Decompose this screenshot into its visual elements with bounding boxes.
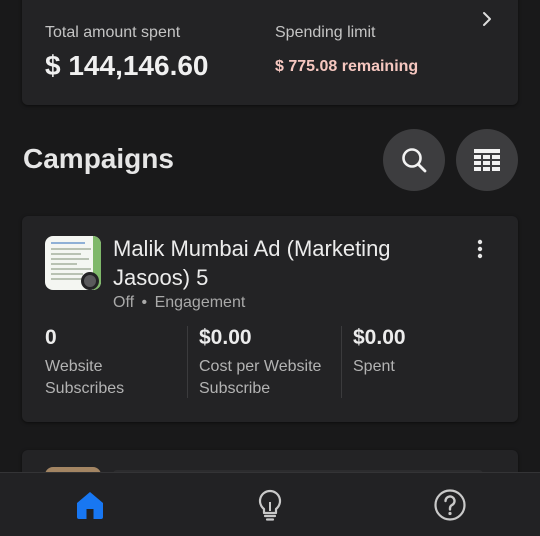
- more-options-icon[interactable]: [470, 238, 490, 260]
- nav-tips[interactable]: [250, 485, 290, 525]
- nav-home[interactable]: [70, 485, 110, 525]
- metric-divider: [341, 326, 342, 398]
- metric-cost-per-subscribe: $0.00 Cost per Website Subscribe: [199, 326, 339, 400]
- search-icon: [402, 148, 427, 173]
- metric-label: Website Subscribes: [45, 358, 125, 397]
- total-spent-value: $ 144,146.60: [45, 50, 209, 81]
- status-dot: [81, 272, 99, 290]
- bottom-navigation: [0, 472, 540, 536]
- metric-value: 0: [45, 326, 57, 349]
- home-icon: [77, 492, 103, 519]
- spending-summary-card[interactable]: Total amount spent $ 144,146.60 Spending…: [22, 0, 518, 105]
- help-icon: [434, 489, 466, 521]
- search-button[interactable]: [383, 129, 445, 191]
- metric-label: Cost per Website Subscribe: [199, 358, 322, 397]
- table-icon: [474, 149, 500, 171]
- metric-spent: $0.00 Spent: [353, 326, 493, 378]
- campaign-name[interactable]: Malik Mumbai Ad (Marketing Jasoos) 5: [113, 234, 443, 292]
- lightbulb-icon: [258, 489, 282, 521]
- campaigns-heading: Campaigns: [23, 143, 174, 174]
- metric-value: $0.00: [199, 326, 252, 349]
- spending-limit-label: Spending limit: [275, 24, 376, 41]
- campaign-objective: Engagement: [154, 294, 246, 311]
- metric-website-subscribes: 0 Website Subscribes: [45, 326, 185, 400]
- campaign-status: Off: [113, 294, 135, 311]
- nav-help[interactable]: [430, 485, 470, 525]
- total-spent-label: Total amount spent: [45, 24, 181, 41]
- meta-separator: •: [141, 294, 148, 311]
- campaign-meta: Off • Engagement: [113, 294, 245, 312]
- chevron-right-icon[interactable]: [478, 10, 496, 28]
- spending-limit-remaining: $ 775.08 remaining: [275, 58, 419, 75]
- table-view-button[interactable]: [456, 129, 518, 191]
- campaign-card[interactable]: Malik Mumbai Ad (Marketing Jasoos) 5 Off…: [22, 216, 518, 422]
- metric-value: $0.00: [353, 326, 406, 349]
- metric-divider: [187, 326, 188, 398]
- metric-label: Spent: [353, 358, 395, 375]
